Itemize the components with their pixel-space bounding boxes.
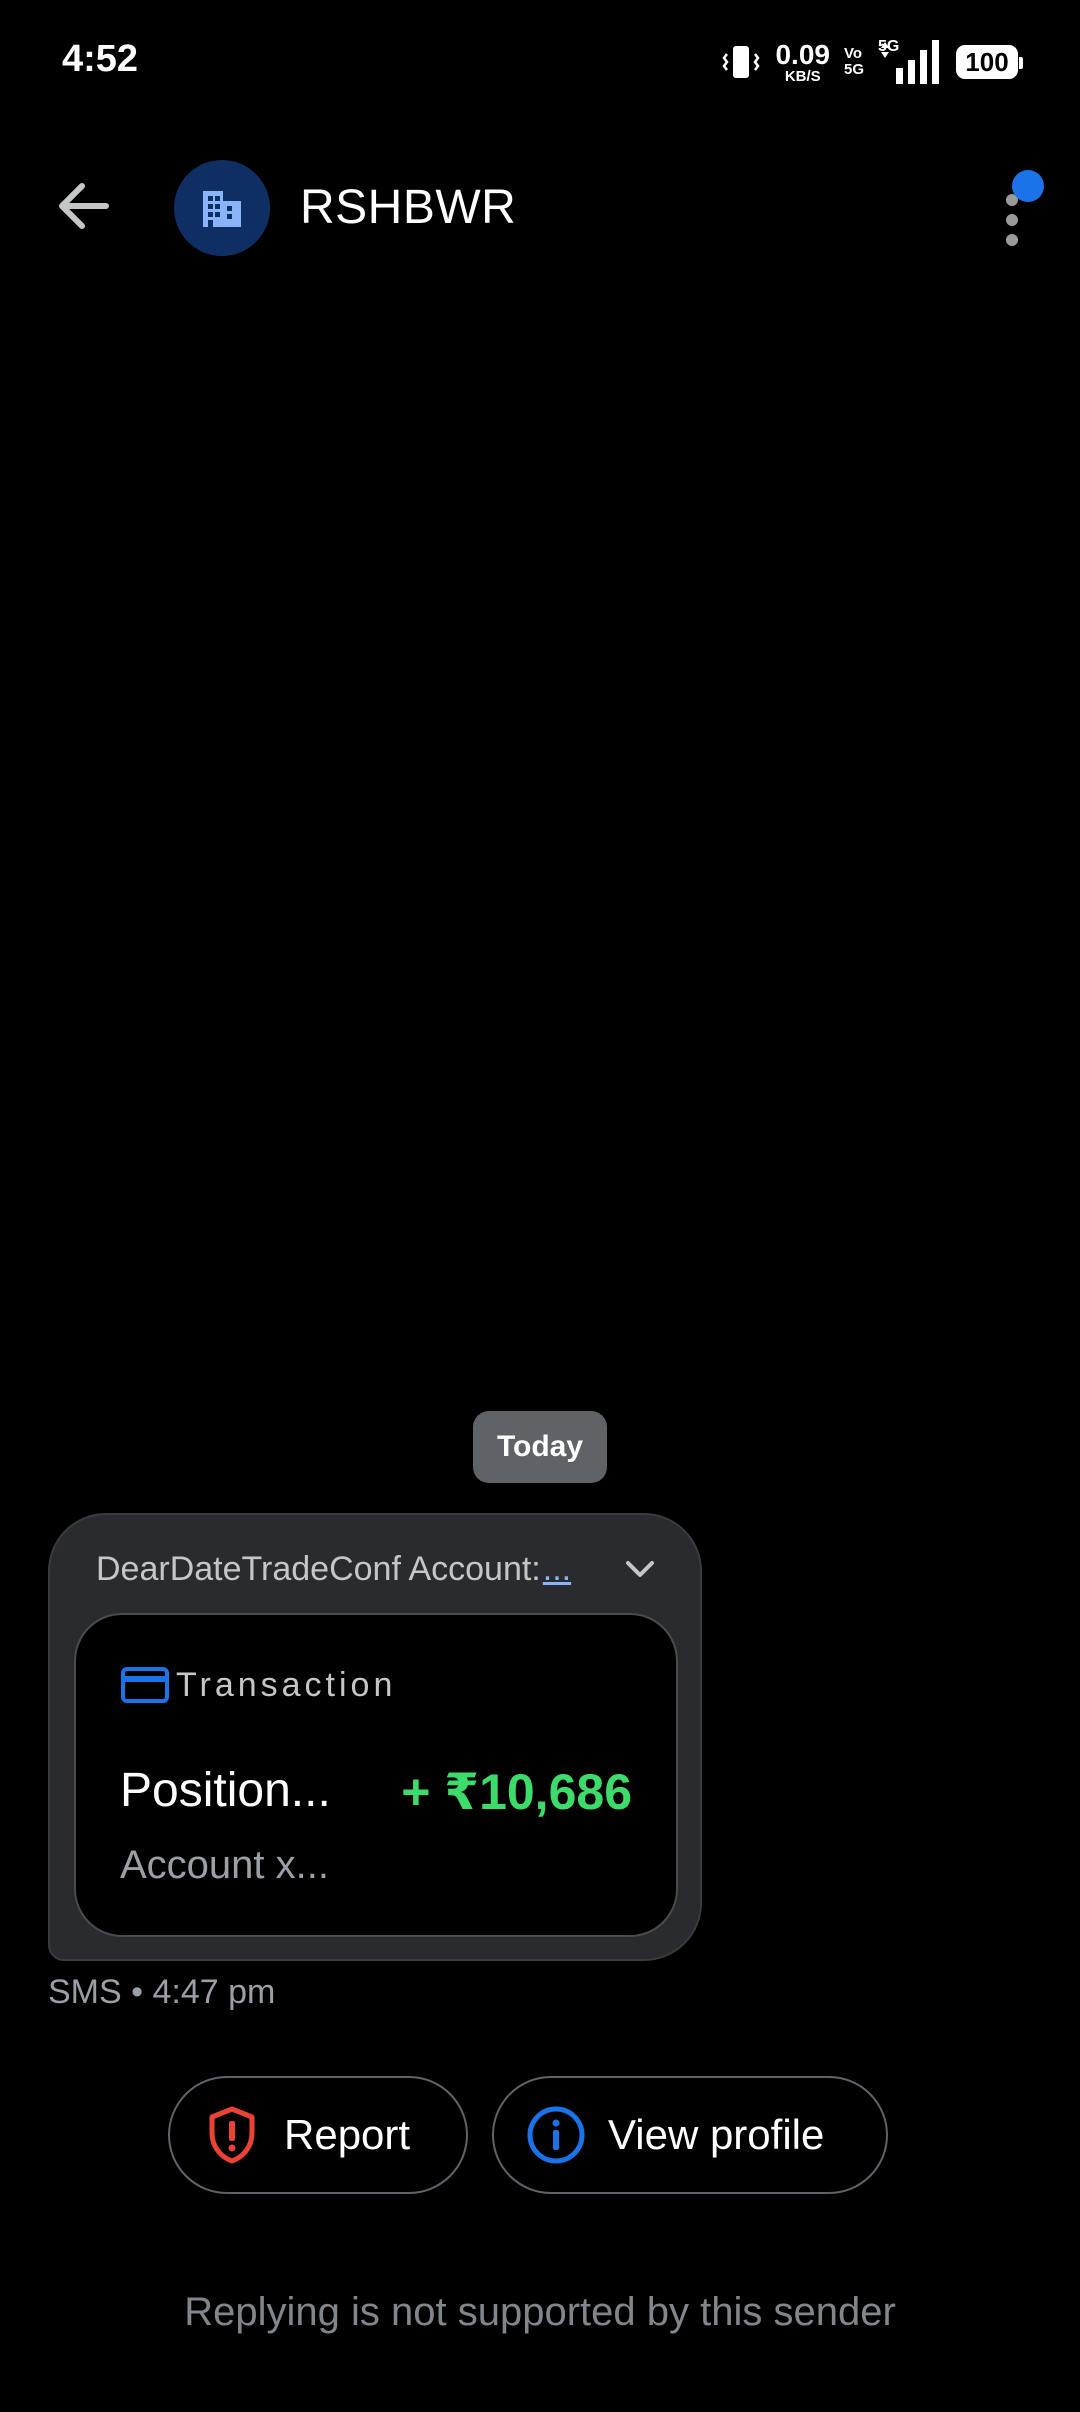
- net-speed-value: 0.09: [775, 38, 830, 70]
- back-button[interactable]: [50, 172, 118, 240]
- credit-card-icon: [121, 1667, 169, 1703]
- message-preview-text: DearDateTradeConf Account:: [96, 1549, 541, 1588]
- net-speed: 0.09 KB/S: [775, 38, 830, 85]
- signal-bars-icon: [881, 40, 939, 84]
- sender-avatar[interactable]: [174, 160, 270, 256]
- card-category-label: Transaction: [176, 1665, 397, 1704]
- menu-dot-bottom: [1006, 234, 1018, 246]
- status-icons: 0.09 KB/S Vo 5G 5G 100: [721, 36, 1023, 88]
- menu-dot-middle: [1006, 214, 1018, 226]
- conversation-screen: 4:52 0.09 KB/S Vo 5G 5G 100 RSHBWR Today…: [0, 0, 1080, 2412]
- sender-name[interactable]: RSHBWR: [300, 180, 516, 235]
- message-meta: SMS • 4:47 pm: [48, 1973, 276, 2011]
- report-button[interactable]: Report: [168, 2076, 468, 2194]
- card-amount: + ₹10,686: [401, 1764, 632, 1820]
- status-bar: 4:52 0.09 KB/S Vo 5G 5G 100: [0, 0, 1080, 120]
- status-time: 4:52: [62, 38, 139, 80]
- date-chip: Today: [473, 1411, 607, 1483]
- message-preview-more[interactable]: ...: [543, 1550, 571, 1589]
- expand-button[interactable]: [620, 1549, 660, 1589]
- reply-not-supported-note: Replying is not supported by this sender: [184, 2290, 896, 2334]
- notification-badge: [1012, 170, 1044, 202]
- shield-alert-icon: [209, 2106, 255, 2164]
- battery-indicator: 100: [956, 45, 1023, 79]
- message-bubble[interactable]: DearDateTradeConf Account: ... Transacti…: [48, 1513, 702, 1961]
- vibrate-icon: [722, 46, 761, 78]
- top-app-bar: RSHBWR: [0, 150, 1080, 260]
- card-title: Position...: [120, 1764, 331, 1817]
- volte-bottom: 5G: [843, 61, 864, 78]
- card-subtitle: Account x...: [120, 1843, 329, 1887]
- volte-indicator: Vo 5G: [844, 46, 864, 78]
- signal-strength: 5G: [878, 38, 942, 86]
- view-profile-label: View profile: [608, 2111, 825, 2158]
- transaction-card[interactable]: Transaction Position... + ₹10,686 Accoun…: [74, 1613, 678, 1937]
- message-preview[interactable]: DearDateTradeConf Account: ...: [96, 1545, 676, 1593]
- volte-top: Vo: [843, 45, 863, 63]
- chevron-down-icon: [626, 1561, 654, 1577]
- report-label: Report: [284, 2111, 411, 2158]
- more-options-button[interactable]: [990, 170, 1050, 252]
- building-icon: [203, 191, 241, 227]
- info-icon: [527, 2106, 585, 2164]
- card-label-row: Transaction: [120, 1663, 396, 1707]
- view-profile-button[interactable]: View profile: [492, 2076, 888, 2194]
- arrow-back-icon: [59, 183, 109, 229]
- net-speed-unit: KB/S: [784, 67, 821, 85]
